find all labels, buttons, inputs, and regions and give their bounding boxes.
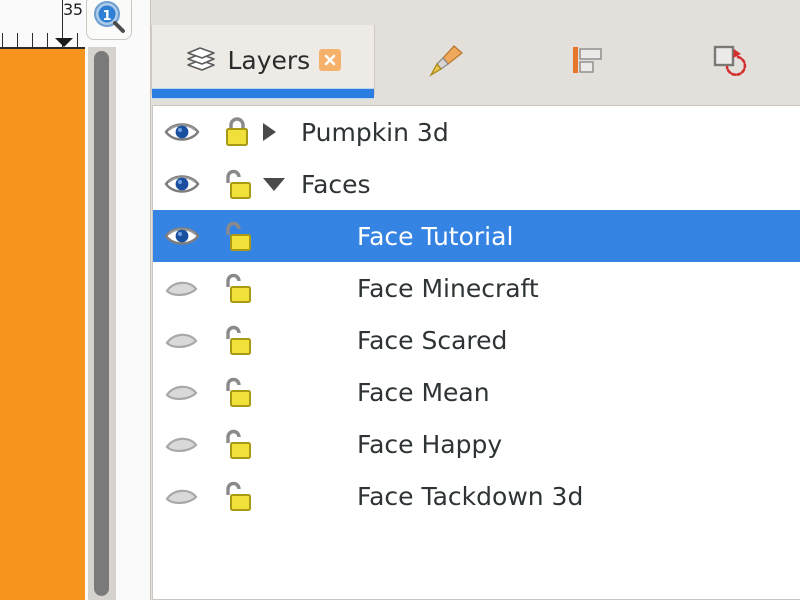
- magnifier-one-to-one-icon: 1: [94, 1, 125, 33]
- tab-align[interactable]: [516, 25, 658, 95]
- layer-name-label: Face Tackdown 3d: [357, 481, 584, 511]
- chevron-right-icon: [263, 123, 276, 141]
- layer-lock-toggle[interactable]: [211, 375, 263, 409]
- layer-name-label: Pumpkin 3d: [301, 117, 449, 147]
- layer-lock-toggle[interactable]: [211, 427, 263, 461]
- lock-open-icon[interactable]: [220, 375, 254, 409]
- eye-visible-icon[interactable]: [163, 171, 201, 197]
- eye-hidden-icon[interactable]: [163, 431, 201, 457]
- layer-row[interactable]: Pumpkin 3d: [153, 106, 800, 158]
- panel-top-spacer: [151, 0, 800, 25]
- tab-layers-label: Layers: [227, 45, 311, 75]
- layer-visibility-toggle[interactable]: [153, 223, 211, 249]
- layer-name-label: Face Scared: [357, 325, 508, 355]
- layer-lock-toggle[interactable]: [211, 479, 263, 513]
- layer-expand-toggle[interactable]: [263, 177, 301, 191]
- tab-brush[interactable]: [375, 25, 517, 95]
- layer-list-frame: Pumpkin 3d Faces Face Tutorial Face Mine…: [151, 99, 800, 600]
- layer-row[interactable]: Face Tutorial: [153, 210, 800, 262]
- zoom-one-to-one-button[interactable]: 1: [86, 0, 132, 40]
- canvas-vertical-scrollbar[interactable]: [88, 47, 116, 600]
- paintbrush-icon: [428, 45, 463, 77]
- eye-hidden-icon[interactable]: [163, 483, 201, 509]
- lock-closed-icon[interactable]: [222, 115, 252, 149]
- layer-name-label: Face Minecraft: [357, 273, 539, 303]
- layer-name-label: Face Mean: [357, 377, 490, 407]
- scrollbar-thumb[interactable]: [94, 51, 109, 596]
- lock-open-icon[interactable]: [220, 427, 254, 461]
- lock-open-icon[interactable]: [220, 167, 254, 201]
- layer-row[interactable]: Face Happy: [153, 418, 800, 470]
- svg-text:1: 1: [102, 9, 111, 24]
- transform-rotate-icon: [713, 45, 747, 77]
- tab-transform[interactable]: [658, 25, 800, 95]
- layer-name-label: Face Happy: [357, 429, 503, 459]
- eye-visible-icon[interactable]: [163, 223, 201, 249]
- layer-visibility-toggle[interactable]: [153, 431, 211, 457]
- vertical-ruler[interactable]: 35: [0, 0, 85, 47]
- ruler-tick-label: 35: [63, 0, 83, 19]
- layer-row[interactable]: Face Tackdown 3d: [153, 470, 800, 522]
- layer-lock-toggle[interactable]: [211, 167, 263, 201]
- lock-open-icon[interactable]: [220, 479, 254, 513]
- layer-name-label: Faces: [301, 169, 371, 199]
- chevron-down-icon: [263, 177, 285, 191]
- lock-open-icon[interactable]: [220, 271, 254, 305]
- canvas-area: 35 1: [0, 0, 150, 600]
- layer-row[interactable]: Faces: [153, 158, 800, 210]
- eye-hidden-icon[interactable]: [163, 327, 201, 353]
- layer-lock-toggle[interactable]: [211, 219, 263, 253]
- layer-visibility-toggle[interactable]: [153, 379, 211, 405]
- layer-visibility-toggle[interactable]: [153, 275, 211, 301]
- tab-layers[interactable]: Layers: [151, 25, 375, 99]
- eye-visible-icon[interactable]: [163, 119, 201, 145]
- panel-tab-bar: Layers: [151, 25, 800, 99]
- layer-visibility-toggle[interactable]: [153, 171, 211, 197]
- layer-visibility-toggle[interactable]: [153, 119, 211, 145]
- lock-open-icon[interactable]: [220, 323, 254, 357]
- close-icon: [324, 54, 336, 66]
- align-left-icon: [573, 47, 603, 73]
- layer-lock-toggle[interactable]: [211, 115, 263, 149]
- canvas-gutter: [116, 0, 150, 600]
- layer-row[interactable]: Face Mean: [153, 366, 800, 418]
- document-canvas[interactable]: [0, 47, 85, 600]
- layer-visibility-toggle[interactable]: [153, 327, 211, 353]
- layer-row[interactable]: Face Scared: [153, 314, 800, 366]
- tab-layers-close-button[interactable]: [319, 49, 342, 71]
- lock-open-icon[interactable]: [220, 219, 254, 253]
- eye-hidden-icon[interactable]: [163, 379, 201, 405]
- application-window: 35 1 Layers Pumpkin 3d Faces Face Tutori…: [0, 0, 800, 600]
- layers-stack-icon: [187, 47, 216, 71]
- layer-lock-toggle[interactable]: [211, 271, 263, 305]
- layer-visibility-toggle[interactable]: [153, 483, 211, 509]
- layer-row[interactable]: Face Minecraft: [153, 262, 800, 314]
- layer-list[interactable]: Pumpkin 3d Faces Face Tutorial Face Mine…: [152, 105, 800, 600]
- layer-expand-toggle[interactable]: [263, 123, 301, 141]
- layer-lock-toggle[interactable]: [211, 323, 263, 357]
- eye-hidden-icon[interactable]: [163, 275, 201, 301]
- layer-name-label: Face Tutorial: [357, 221, 514, 251]
- ruler-position-marker: [55, 38, 73, 47]
- docked-panel: Layers Pumpkin 3d Faces Face Tutorial Fa…: [150, 0, 800, 600]
